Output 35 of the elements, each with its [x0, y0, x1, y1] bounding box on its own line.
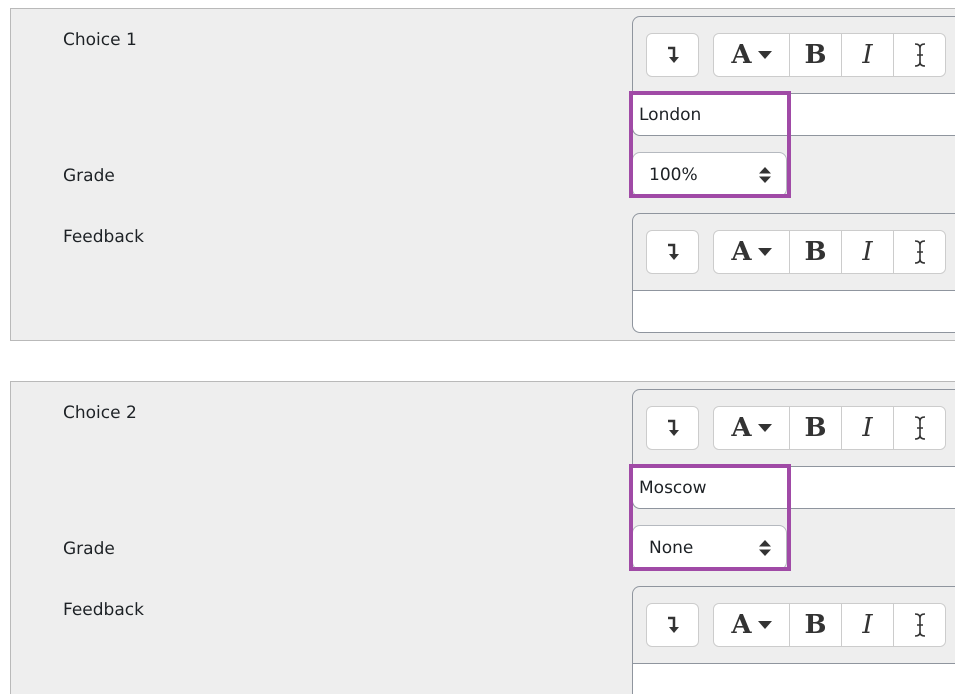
- insert-button[interactable]: [646, 406, 699, 450]
- field-label: Choice 2: [63, 402, 138, 425]
- text-area[interactable]: [633, 290, 955, 332]
- insert-button[interactable]: [646, 603, 699, 647]
- field-label: Feedback: [63, 599, 145, 622]
- text-cursor-icon: [914, 416, 926, 440]
- field-label: Feedback: [63, 226, 145, 249]
- text-cursor-icon: [914, 240, 926, 264]
- insert-button[interactable]: [646, 230, 699, 274]
- grade-select[interactable]: 100%: [632, 152, 787, 197]
- field-label: Grade: [63, 165, 116, 188]
- answer-text: London: [639, 104, 702, 124]
- text-cursor-icon: [914, 613, 926, 637]
- cursor-button[interactable]: [893, 231, 945, 273]
- answer-text: Moscow: [639, 478, 707, 498]
- grade-select[interactable]: None: [632, 525, 787, 570]
- caret-icon: [758, 621, 772, 629]
- cursor-button[interactable]: [893, 604, 945, 646]
- text-area[interactable]: Moscow: [633, 466, 955, 508]
- caret-icon: [758, 424, 772, 432]
- up-down-arrows-icon: [759, 166, 771, 182]
- cursor-button[interactable]: [893, 407, 945, 449]
- cursor-button[interactable]: [893, 34, 945, 76]
- up-down-arrows-icon: [759, 540, 771, 556]
- down-arrow-icon: [666, 616, 678, 634]
- insert-button[interactable]: [646, 33, 699, 77]
- field-label: Grade: [63, 538, 116, 561]
- caret-icon: [758, 51, 772, 59]
- field-label: Choice 1: [63, 29, 138, 52]
- text-area[interactable]: London: [633, 93, 955, 135]
- down-arrow-icon: [666, 46, 678, 64]
- caret-icon: [758, 248, 772, 256]
- down-arrow-icon: [666, 419, 678, 437]
- down-arrow-icon: [666, 243, 678, 261]
- text-cursor-icon: [914, 43, 926, 67]
